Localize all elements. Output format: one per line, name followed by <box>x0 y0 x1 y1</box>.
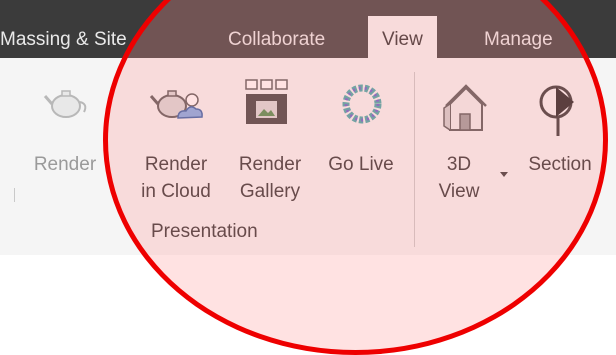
render-in-cloud-label-1: Render <box>144 154 208 175</box>
3d-view-label-1: 3D <box>446 154 472 175</box>
section-label: Section <box>528 154 592 175</box>
render-in-cloud-button[interactable]: Render in Cloud <box>128 78 224 210</box>
section-icon <box>539 85 574 136</box>
panel-separator <box>414 72 415 247</box>
render-gallery-button[interactable]: Render Gallery <box>230 78 310 210</box>
teapot-icon <box>43 90 87 118</box>
panel-label-presentation: Presentation <box>151 221 258 242</box>
chevron-down-icon[interactable] <box>500 172 508 177</box>
go-live-label: Go Live <box>328 154 394 175</box>
go-live-icon <box>342 84 382 124</box>
render-label: Render <box>33 154 97 175</box>
go-live-button[interactable]: Go Live <box>318 78 404 188</box>
3d-view-button[interactable]: 3D View <box>428 78 508 210</box>
render-button[interactable]: Render <box>29 78 101 188</box>
render-in-cloud-label-2: in Cloud <box>141 181 211 202</box>
3d-view-label-2: View <box>438 181 480 202</box>
gallery-icon <box>245 79 288 124</box>
render-gallery-label-2: Gallery <box>239 181 301 202</box>
tab-view[interactable]: View <box>368 16 437 60</box>
tab-manage[interactable]: Manage <box>484 18 553 58</box>
separator-edge <box>14 188 15 202</box>
ribbon-tab-bar: Massing & Site Collaborate View Manage <box>0 0 616 60</box>
tab-collaborate[interactable]: Collaborate <box>228 18 325 58</box>
tab-massing-site[interactable]: Massing & Site <box>0 18 127 58</box>
section-button[interactable]: Section <box>516 78 616 188</box>
house-icon <box>443 84 487 131</box>
teapot-cloud-icon <box>149 90 203 119</box>
render-gallery-label-1: Render <box>238 154 302 175</box>
